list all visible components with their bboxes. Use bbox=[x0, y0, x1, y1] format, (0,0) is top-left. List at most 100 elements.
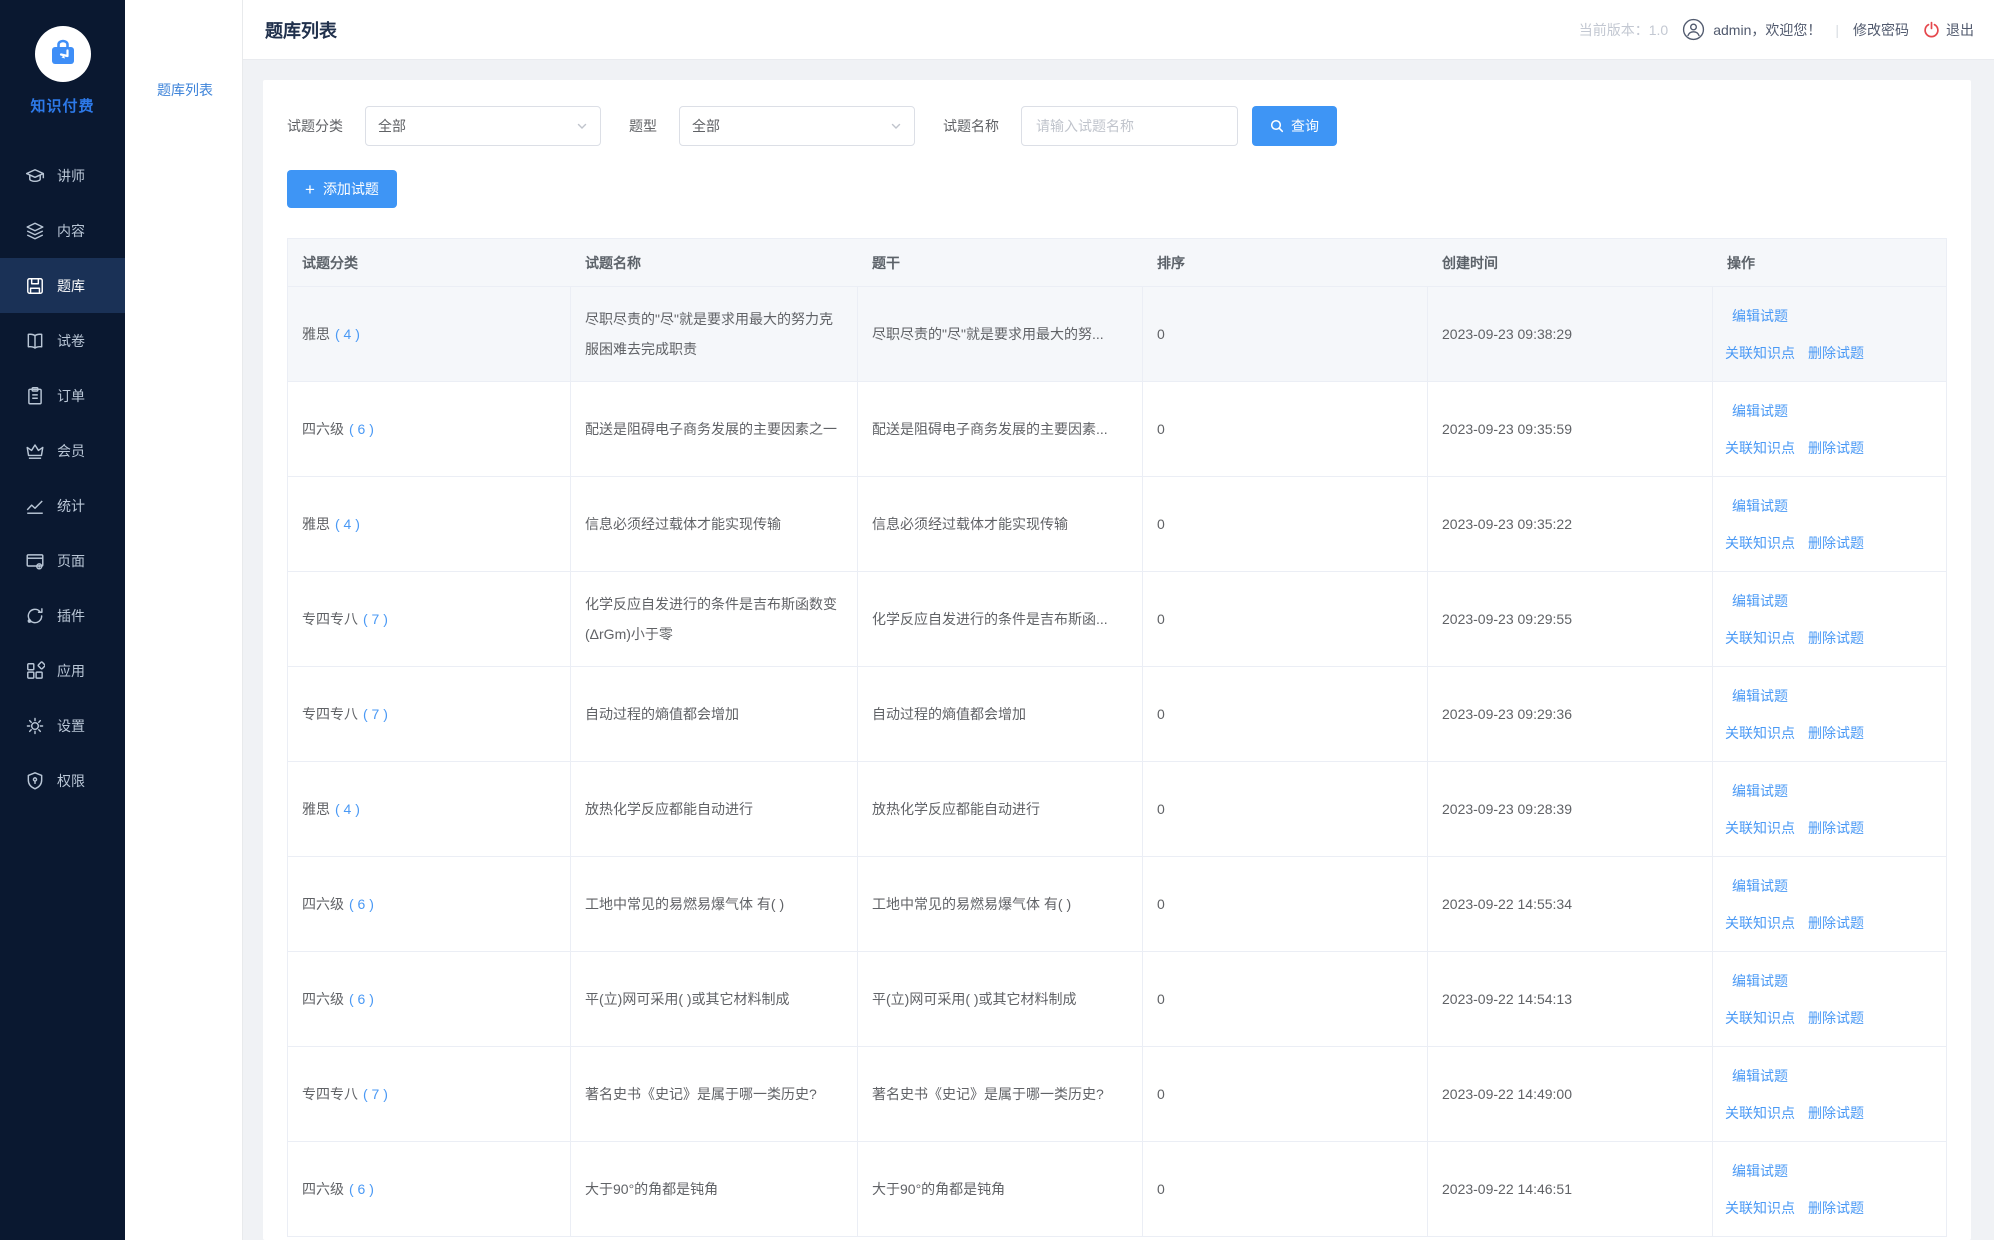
category-count-link[interactable]: ( 6 ) bbox=[349, 896, 374, 912]
topbar-divider: | bbox=[1835, 22, 1839, 38]
refresh-icon bbox=[25, 606, 45, 626]
link-knowledge-link[interactable]: 关联知识点 bbox=[1725, 628, 1795, 648]
version-label: 当前版本：1.0 bbox=[1579, 20, 1668, 40]
graduation-cap-icon bbox=[25, 166, 45, 186]
question-name-input[interactable] bbox=[1021, 106, 1238, 146]
sidebar-item-exam-papers[interactable]: 试卷 bbox=[0, 313, 125, 368]
sidebar-item-permissions[interactable]: 权限 bbox=[0, 753, 125, 808]
link-knowledge-link[interactable]: 关联知识点 bbox=[1725, 1198, 1795, 1218]
filter-bar: 试题分类 全部 题型 全部 试题名称 查询 bbox=[287, 106, 1947, 146]
link-knowledge-link[interactable]: 关联知识点 bbox=[1725, 1103, 1795, 1123]
category-count-link[interactable]: ( 6 ) bbox=[349, 1181, 374, 1197]
add-question-button[interactable]: + 添加试题 bbox=[287, 170, 397, 208]
question-name: 放热化学反应都能自动进行 bbox=[571, 762, 858, 856]
logout-button[interactable]: 退出 bbox=[1923, 20, 1974, 40]
sidebar-item-statistics[interactable]: 统计 bbox=[0, 478, 125, 533]
question-stem: 信息必须经过载体才能实现传输 bbox=[858, 477, 1143, 571]
link-knowledge-link[interactable]: 关联知识点 bbox=[1725, 723, 1795, 743]
table-row: 四六级( 6 ) 工地中常见的易燃易爆气体 有( ) 工地中常见的易燃易爆气体 … bbox=[288, 857, 1946, 952]
submenu-item-question-bank-list[interactable]: 题库列表 bbox=[125, 80, 242, 100]
sidebar-item-label: 会员 bbox=[57, 441, 85, 461]
sort-value: 0 bbox=[1143, 667, 1428, 761]
page-title: 题库列表 bbox=[265, 17, 337, 43]
category-text: 四六级 bbox=[302, 894, 344, 914]
delete-question-link[interactable]: 删除试题 bbox=[1808, 438, 1864, 458]
sidebar-item-label: 内容 bbox=[57, 221, 85, 241]
link-knowledge-link[interactable]: 关联知识点 bbox=[1725, 438, 1795, 458]
actions-cell: 编辑试题 关联知识点删除试题 bbox=[1713, 1047, 1946, 1141]
sidebar-item-question-bank[interactable]: 题库 bbox=[0, 258, 125, 313]
table-row: 四六级( 6 ) 大于90°的角都是钝角 大于90°的角都是钝角 0 2023-… bbox=[288, 1142, 1946, 1236]
table-header-row: 试题分类 试题名称 题干 排序 创建时间 操作 bbox=[288, 239, 1946, 287]
sidebar-item-pages[interactable]: 页面 bbox=[0, 533, 125, 588]
created-time: 2023-09-23 09:28:39 bbox=[1428, 762, 1713, 856]
delete-question-link[interactable]: 删除试题 bbox=[1808, 1008, 1864, 1028]
delete-question-link[interactable]: 删除试题 bbox=[1808, 1103, 1864, 1123]
sort-value: 0 bbox=[1143, 762, 1428, 856]
table-row: 雅思( 4 ) 尽职尽责的"尽"就是要求用最大的努力克服困难去完成职责 尽职尽责… bbox=[288, 287, 1946, 382]
sidebar-item-settings[interactable]: 设置 bbox=[0, 698, 125, 753]
save-disk-icon bbox=[25, 276, 45, 296]
category-count-link[interactable]: ( 4 ) bbox=[335, 516, 360, 532]
edit-question-link[interactable]: 编辑试题 bbox=[1732, 876, 1788, 896]
sidebar-item-plugins[interactable]: 插件 bbox=[0, 588, 125, 643]
delete-question-link[interactable]: 删除试题 bbox=[1808, 723, 1864, 743]
category-count-link[interactable]: ( 4 ) bbox=[335, 801, 360, 817]
created-time: 2023-09-22 14:49:00 bbox=[1428, 1047, 1713, 1141]
delete-question-link[interactable]: 删除试题 bbox=[1808, 913, 1864, 933]
type-select[interactable]: 全部 bbox=[679, 106, 915, 146]
created-time: 2023-09-23 09:35:59 bbox=[1428, 382, 1713, 476]
created-time: 2023-09-23 09:29:36 bbox=[1428, 667, 1713, 761]
link-knowledge-link[interactable]: 关联知识点 bbox=[1725, 913, 1795, 933]
category-text: 专四专八 bbox=[302, 609, 358, 629]
sort-value: 0 bbox=[1143, 572, 1428, 666]
category-count-link[interactable]: ( 7 ) bbox=[363, 1086, 388, 1102]
app-window: 知识付费 讲师 内容 题库 bbox=[0, 0, 1994, 1240]
change-password-link[interactable]: 修改密码 bbox=[1853, 20, 1909, 40]
question-stem: 放热化学反应都能自动进行 bbox=[858, 762, 1143, 856]
actions-cell: 编辑试题 关联知识点删除试题 bbox=[1713, 857, 1946, 951]
category-count-link[interactable]: ( 4 ) bbox=[335, 326, 360, 342]
sidebar-item-orders[interactable]: 订单 bbox=[0, 368, 125, 423]
delete-question-link[interactable]: 删除试题 bbox=[1808, 628, 1864, 648]
category-count-link[interactable]: ( 7 ) bbox=[363, 706, 388, 722]
search-button[interactable]: 查询 bbox=[1252, 106, 1337, 146]
question-name: 信息必须经过载体才能实现传输 bbox=[571, 477, 858, 571]
sidebar-item-lecturer[interactable]: 讲师 bbox=[0, 148, 125, 203]
chevron-down-icon bbox=[576, 120, 588, 132]
sidebar-item-members[interactable]: 会员 bbox=[0, 423, 125, 478]
edit-question-link[interactable]: 编辑试题 bbox=[1732, 686, 1788, 706]
edit-question-link[interactable]: 编辑试题 bbox=[1732, 781, 1788, 801]
question-name: 工地中常见的易燃易爆气体 有( ) bbox=[571, 857, 858, 951]
actions-cell: 编辑试题 关联知识点删除试题 bbox=[1713, 1142, 1946, 1236]
edit-question-link[interactable]: 编辑试题 bbox=[1732, 306, 1788, 326]
link-knowledge-link[interactable]: 关联知识点 bbox=[1725, 343, 1795, 363]
edit-question-link[interactable]: 编辑试题 bbox=[1732, 1161, 1788, 1181]
delete-question-link[interactable]: 删除试题 bbox=[1808, 343, 1864, 363]
edit-question-link[interactable]: 编辑试题 bbox=[1732, 591, 1788, 611]
column-header-actions: 操作 bbox=[1713, 239, 1946, 286]
delete-question-link[interactable]: 删除试题 bbox=[1808, 1198, 1864, 1218]
edit-question-link[interactable]: 编辑试题 bbox=[1732, 971, 1788, 991]
edit-question-link[interactable]: 编辑试题 bbox=[1732, 401, 1788, 421]
sidebar-item-content[interactable]: 内容 bbox=[0, 203, 125, 258]
category-count-link[interactable]: ( 6 ) bbox=[349, 991, 374, 1007]
delete-question-link[interactable]: 删除试题 bbox=[1808, 533, 1864, 553]
question-table: 试题分类 试题名称 题干 排序 创建时间 操作 雅思( 4 ) 尽职尽责的"尽"… bbox=[287, 238, 1947, 1237]
edit-question-link[interactable]: 编辑试题 bbox=[1732, 496, 1788, 516]
link-knowledge-link[interactable]: 关联知识点 bbox=[1725, 533, 1795, 553]
sidebar-item-apps[interactable]: 应用 bbox=[0, 643, 125, 698]
user-menu[interactable]: admin，欢迎您！ bbox=[1682, 18, 1821, 41]
actions-cell: 编辑试题 关联知识点删除试题 bbox=[1713, 477, 1946, 571]
category-select[interactable]: 全部 bbox=[365, 106, 601, 146]
delete-question-link[interactable]: 删除试题 bbox=[1808, 818, 1864, 838]
link-knowledge-link[interactable]: 关联知识点 bbox=[1725, 1008, 1795, 1028]
category-text: 四六级 bbox=[302, 1179, 344, 1199]
category-count-link[interactable]: ( 7 ) bbox=[363, 611, 388, 627]
shield-key-icon bbox=[25, 771, 45, 791]
edit-question-link[interactable]: 编辑试题 bbox=[1732, 1066, 1788, 1086]
category-text: 雅思 bbox=[302, 514, 330, 534]
link-knowledge-link[interactable]: 关联知识点 bbox=[1725, 818, 1795, 838]
actions-cell: 编辑试题 关联知识点删除试题 bbox=[1713, 572, 1946, 666]
category-count-link[interactable]: ( 6 ) bbox=[349, 421, 374, 437]
